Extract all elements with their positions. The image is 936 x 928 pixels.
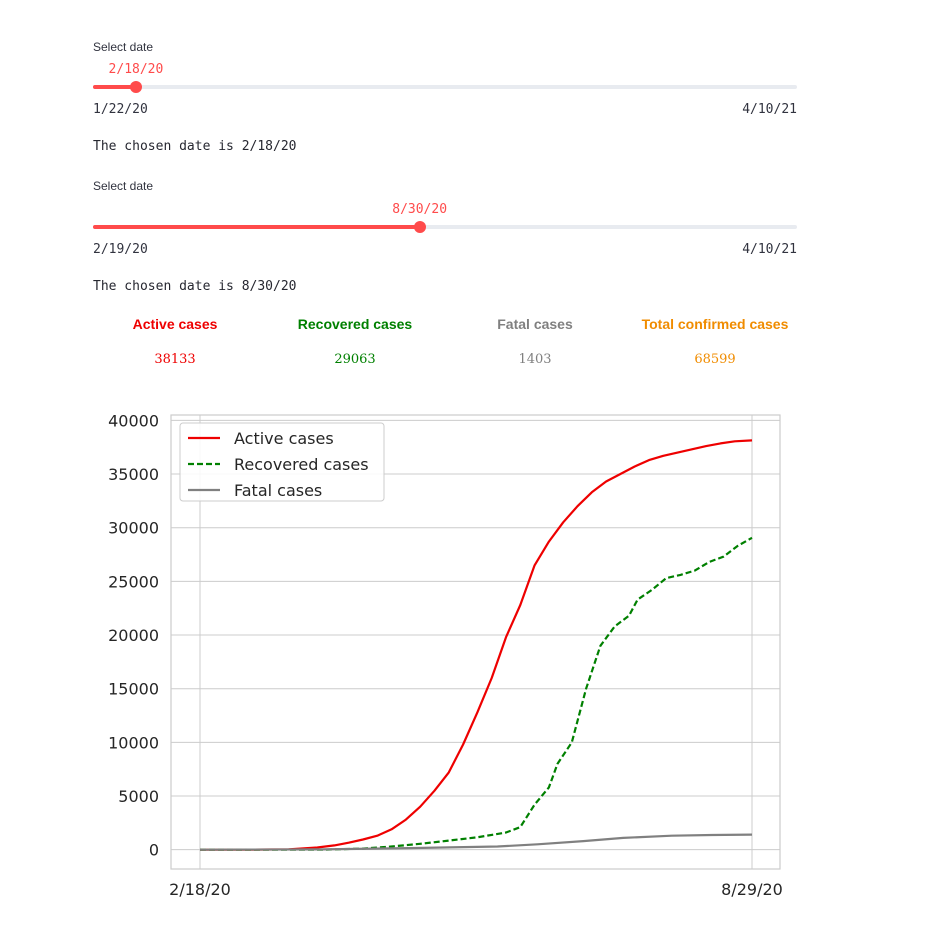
x-tick-label: 8/29/20 [721,880,783,899]
slider-value: 2/18/20 [108,62,164,77]
slider-2-label: Select date [93,179,154,193]
legend-label: Active cases [234,429,334,448]
y-tick-label: 35000 [108,465,159,484]
stat-fatal: Fatal cases 1403 [445,316,625,367]
slider-max-label: 4/10/21 [742,242,797,257]
stat-confirmed-label: Total confirmed cases [641,316,789,332]
legend-label: Fatal cases [234,481,322,500]
y-tick-label: 25000 [108,572,159,591]
stat-confirmed-value: 68599 [694,352,736,367]
slider-max-label: 4/10/21 [742,102,797,117]
y-tick-label: 0 [149,841,159,860]
slider-min-label: 2/19/20 [93,242,148,257]
slider-track[interactable] [93,85,797,89]
date-slider-1[interactable]: 2/18/20 1/22/20 4/10/21 [93,60,797,120]
stat-fatal-value: 1403 [518,352,552,367]
cases-line-chart: 0 5000 10000 15000 20000 25000 30000 35000 40000… [108,411,783,899]
y-tick-label: 10000 [108,733,159,752]
stat-recovered-value: 29063 [334,352,376,367]
x-tick-label: 2/18/20 [169,880,231,899]
y-tick-label: 40000 [108,411,159,430]
stat-recovered-label: Recovered cases [297,316,413,332]
y-tick-label: 30000 [108,519,159,538]
y-tick-label: 20000 [108,626,159,645]
legend-label: Recovered cases [234,455,369,474]
case-stats: Active cases 38133 Recovered cases 29063… [85,316,805,386]
stat-fatal-label: Fatal cases [497,316,573,332]
slider-fill [93,225,420,229]
slider-thumb[interactable] [129,81,142,93]
stat-active: Active cases 38133 [85,316,265,367]
stat-active-value: 38133 [154,352,196,367]
stat-active-label: Active cases [132,316,218,332]
slider-min-label: 1/22/20 [93,102,148,117]
y-tick-label: 15000 [108,680,159,699]
slider-value: 8/30/20 [392,202,448,217]
chosen-date-text-2: The chosen date is 8/30/20 [93,279,297,294]
date-slider-2[interactable]: 8/30/20 2/19/20 4/10/21 [93,200,797,260]
stat-recovered: Recovered cases 29063 [265,316,445,367]
slider-thumb[interactable] [413,221,426,233]
chosen-date-text-1: The chosen date is 2/18/20 [93,139,297,154]
stat-confirmed: Total confirmed cases 68599 [625,316,805,367]
slider-1-label: Select date [93,40,154,54]
y-tick-label: 5000 [118,787,159,806]
